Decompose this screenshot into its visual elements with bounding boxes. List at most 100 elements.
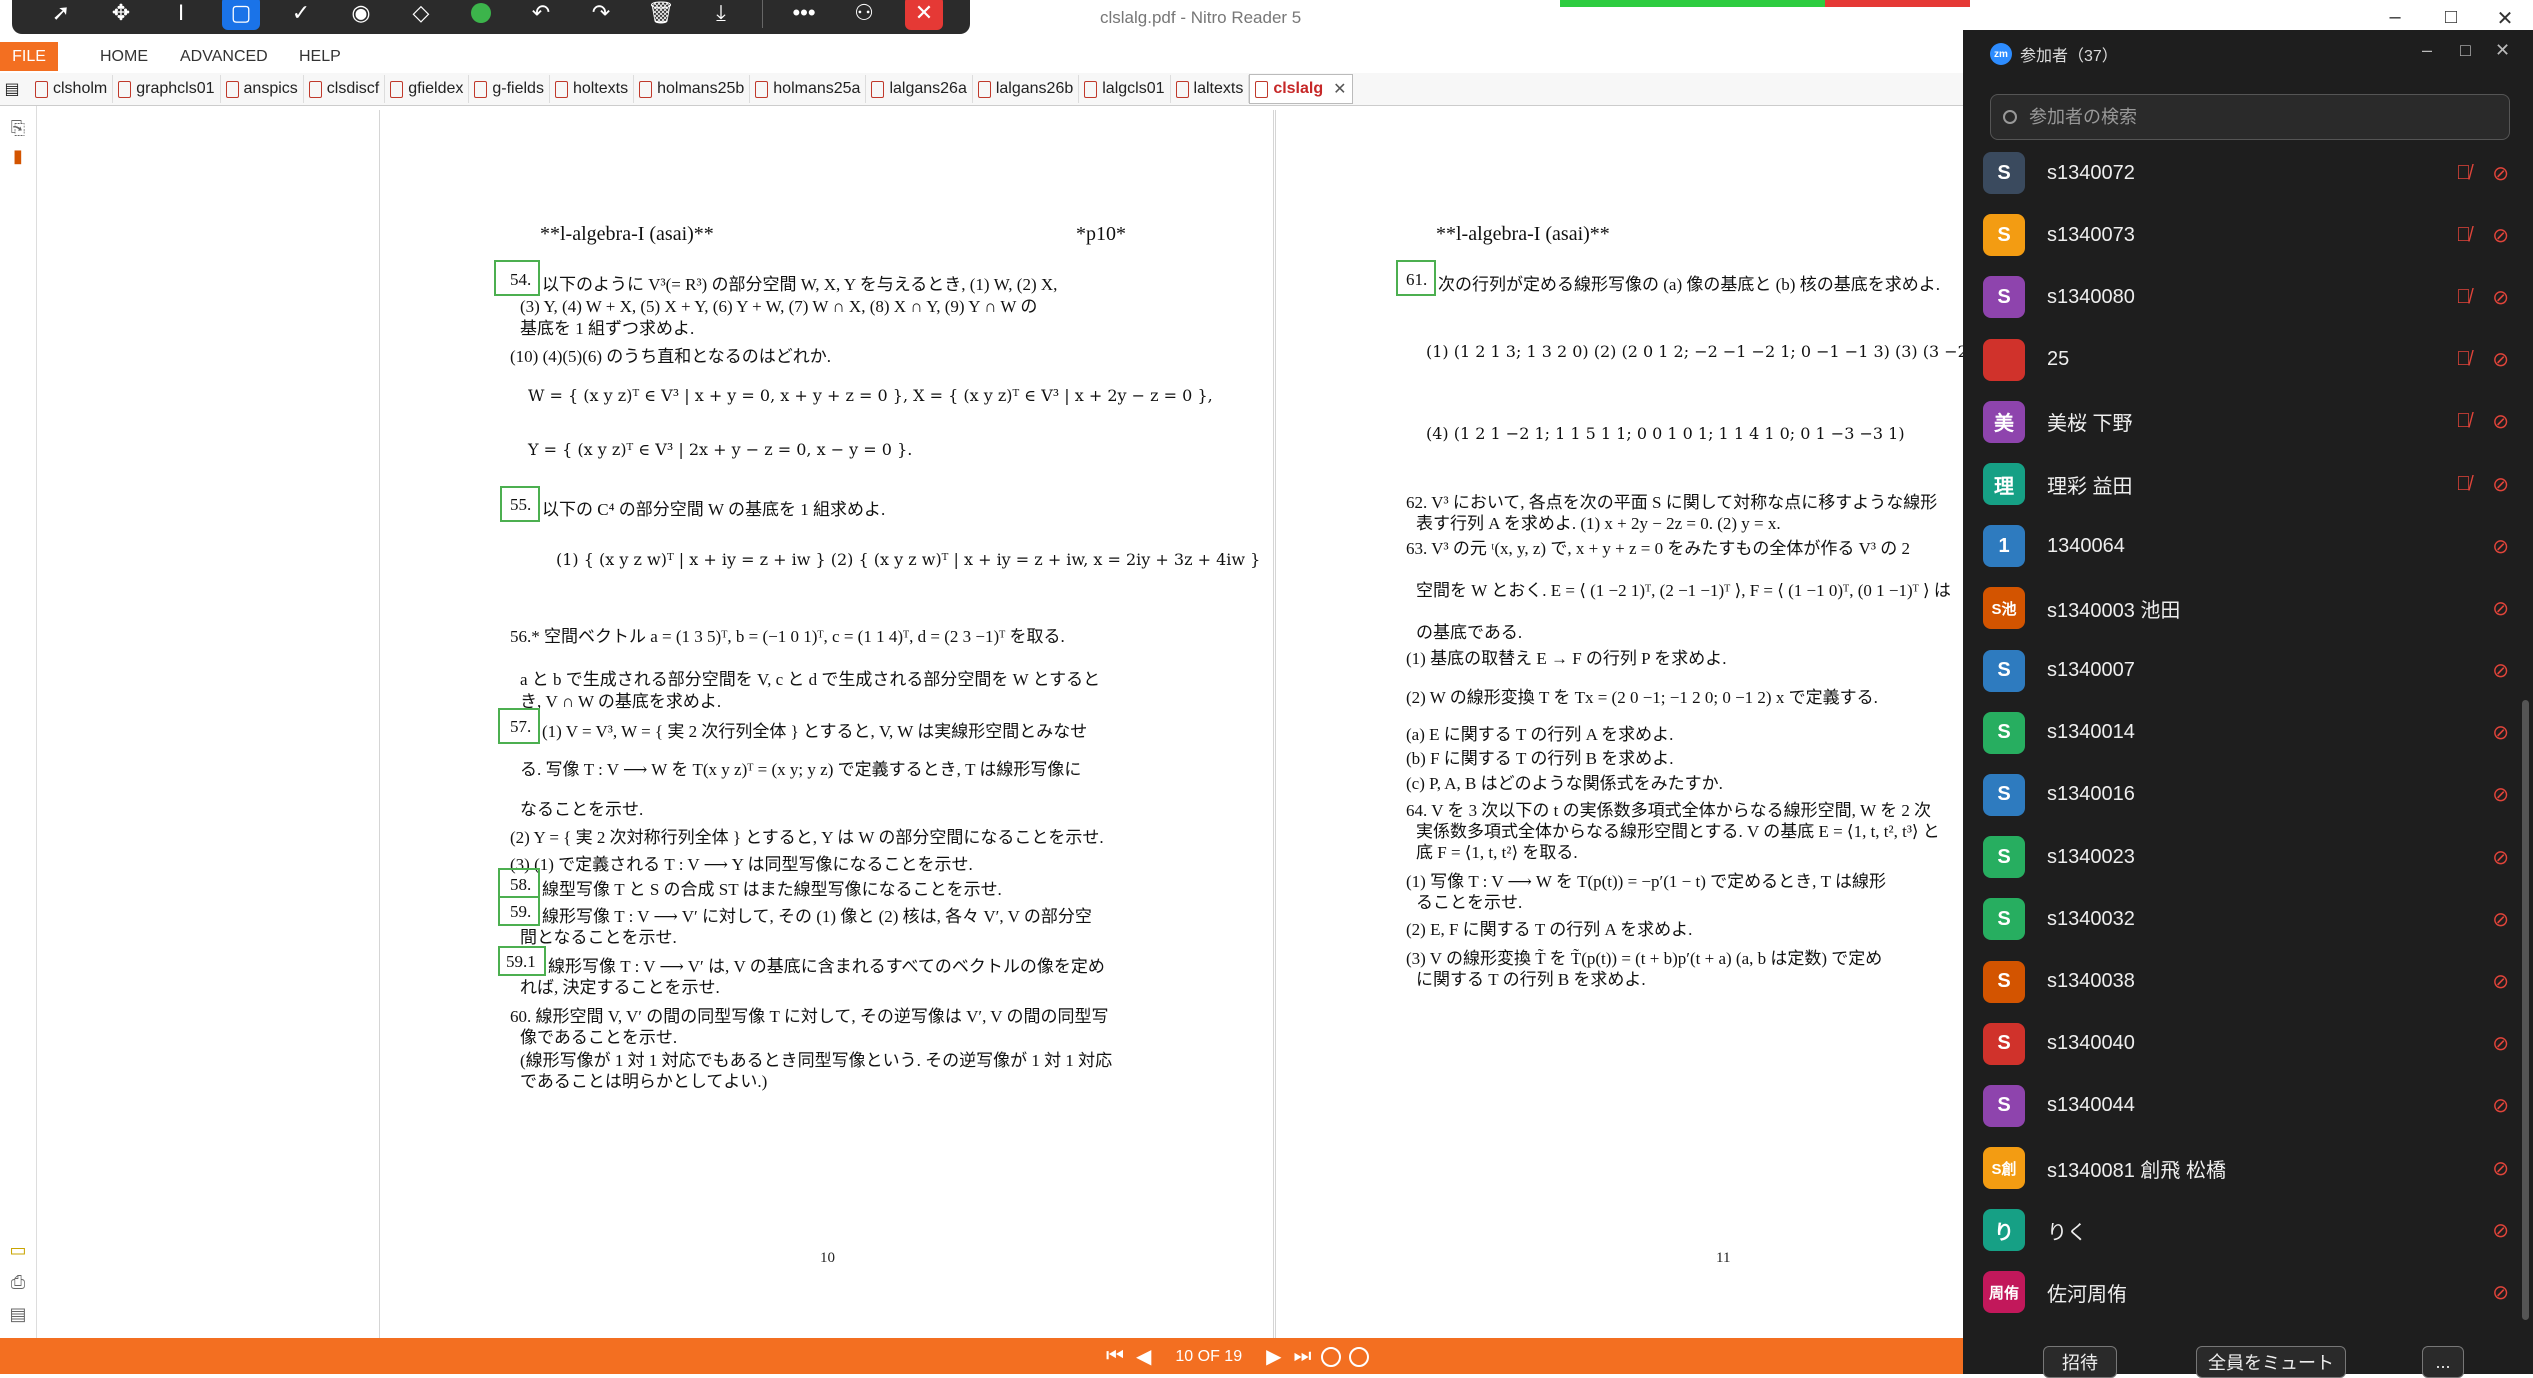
- tab-lalgcls01[interactable]: lalgcls01: [1079, 75, 1171, 103]
- tab-holmans25a[interactable]: holmans25a: [750, 75, 867, 103]
- participant-row[interactable]: S池 s1340003 池田 ⊘: [1963, 577, 2523, 639]
- pages-panel-icon[interactable]: ⎘: [8, 118, 28, 140]
- check-icon[interactable]: ✓: [282, 0, 320, 30]
- video-off-icon: ⊘: [2492, 660, 2509, 683]
- zoom-minimize-button[interactable]: –: [2422, 40, 2432, 61]
- more-icon[interactable]: •••: [785, 0, 823, 30]
- pdf-icon: [308, 80, 322, 98]
- avatar: S: [1983, 214, 2025, 257]
- page-indicator[interactable]: 10 OF 19: [1175, 1348, 1242, 1366]
- participant-row[interactable]: Ss1340080 🎙̸ ⊘: [1963, 266, 2523, 328]
- pdf-icon: [35, 80, 48, 98]
- tab-clsholm[interactable]: clsholm: [30, 75, 114, 103]
- more-options-button[interactable]: ...: [2422, 1346, 2464, 1378]
- color-dot-icon[interactable]: [462, 0, 500, 30]
- text-cursor-icon[interactable]: I: [162, 0, 200, 30]
- tab-clsdiscf[interactable]: clsdiscf: [304, 75, 386, 103]
- mute-all-button[interactable]: 全員をミュート: [2196, 1346, 2346, 1378]
- participant-row[interactable]: 美美桜 下野 🎙̸ ⊘: [1963, 391, 2523, 453]
- participant-row[interactable]: Ss1340044 ⊘: [1963, 1075, 2523, 1137]
- participant-search[interactable]: [1990, 94, 2510, 140]
- participant-row[interactable]: 1 1340064 ⊘: [1963, 515, 2523, 577]
- stamp-icon[interactable]: ◉: [342, 0, 380, 30]
- next-page-icon[interactable]: ▶: [1266, 1344, 1281, 1369]
- tab-lalgans26b[interactable]: lalgans26b: [973, 75, 1080, 103]
- participant-search-input[interactable]: [2027, 105, 2471, 129]
- participant-row[interactable]: Ss1340007 ⊘: [1963, 640, 2523, 702]
- mic-muted-icon: 🎙̸: [2456, 161, 2471, 184]
- tab-lalgans26a[interactable]: lalgans26a: [866, 75, 973, 103]
- move-icon[interactable]: ✥: [102, 0, 140, 30]
- output-icon[interactable]: ▤: [8, 1304, 28, 1326]
- pointer-icon[interactable]: ➚: [42, 0, 80, 30]
- problem-63-text: (1) 基底の取替え E → F の行列 P を求めよ.: [1406, 649, 1727, 668]
- participant-row[interactable]: 25 🎙̸ ⊘: [1963, 329, 2523, 391]
- redo-icon[interactable]: ↷: [582, 0, 620, 30]
- menu-home[interactable]: HOME: [100, 48, 148, 66]
- avatar: 美: [1983, 400, 2025, 443]
- menu-help[interactable]: HELP: [299, 48, 341, 66]
- video-off-icon: ⊘: [2492, 908, 2509, 931]
- page-header-left: **l-algebra-I (asai)**: [540, 223, 714, 245]
- rectangle-icon[interactable]: ▢: [222, 0, 260, 30]
- participant-row[interactable]: 周侑 佐河周侑 ⊘: [1963, 1261, 2523, 1323]
- tab-graphcls01[interactable]: graphcls01: [113, 75, 221, 103]
- page-navigation: ⏮ ◀ 10 OF 19 ▶ ⏭: [1100, 1344, 1373, 1369]
- share-icon[interactable]: ⚇: [845, 0, 883, 30]
- tab-clslalg[interactable]: clslalg ✕: [1249, 74, 1353, 104]
- participant-row[interactable]: Ss1340072 🎙̸ ⊘: [1963, 142, 2523, 204]
- tab-laltexts[interactable]: laltexts: [1171, 75, 1250, 103]
- attachments-icon[interactable]: ⎙: [8, 1272, 28, 1294]
- participant-row[interactable]: 理理彩 益田 🎙̸ ⊘: [1963, 453, 2523, 515]
- delete-icon[interactable]: 🗑: [642, 0, 680, 30]
- mic-muted-icon: 🎙̸: [2456, 285, 2471, 308]
- problem-56-text: 56.* 空間ベクトル a = (1 3 5)ᵀ, b = (−1 0 1)ᵀ,…: [510, 627, 1065, 646]
- participant-row[interactable]: Ss1340038 ⊘: [1963, 950, 2523, 1012]
- annotation-toolbar: ➚ ✥ I ▢ ✓ ◉ ◇ ↶ ↷ 🗑 ⤓ ••• ⚇ ✕: [12, 0, 970, 34]
- tab-g-fields[interactable]: g-fields: [469, 75, 550, 103]
- download-icon[interactable]: ⤓: [702, 0, 740, 30]
- bookmarks-icon[interactable]: ▮: [8, 146, 28, 168]
- participant-row[interactable]: Ss1340040 ⊘: [1963, 1013, 2523, 1075]
- back-view-icon[interactable]: [1321, 1346, 1342, 1367]
- participant-row[interactable]: Ss1340032 ⊘: [1963, 888, 2523, 950]
- close-icon[interactable]: ✕: [905, 0, 943, 30]
- avatar: S: [1983, 898, 2025, 941]
- maximize-button[interactable]: □: [2436, 6, 2466, 29]
- zoom-popout-button[interactable]: □: [2460, 40, 2471, 61]
- last-page-icon[interactable]: ⏭: [1293, 1345, 1311, 1368]
- invite-button[interactable]: 招待: [2043, 1346, 2117, 1378]
- problem-58-text: 線型写像 T と S の合成 ST はまた線型写像になることを示せ.: [542, 880, 1002, 899]
- problem-number: 61.: [1406, 270, 1428, 289]
- pdf-page-11[interactable]: **l-algebra-I (asai)** 61. 次の行列が定める線形写像の…: [1275, 110, 1977, 1338]
- avatar: S: [1983, 1022, 2025, 1065]
- tab-gfieldex[interactable]: gfieldex: [385, 75, 470, 103]
- participant-name: 佐河周侑: [2047, 1283, 2127, 1306]
- zoom-close-button[interactable]: ✕: [2495, 40, 2510, 61]
- scrollbar[interactable]: [2522, 700, 2529, 1320]
- pdf-icon: [1255, 80, 1269, 98]
- participant-row[interactable]: りりく ⊘: [1963, 1199, 2523, 1261]
- previous-page-icon[interactable]: ◀: [1136, 1344, 1151, 1369]
- tab-holtexts[interactable]: holtexts: [550, 75, 635, 103]
- undo-icon[interactable]: ↶: [522, 0, 560, 30]
- close-window-button[interactable]: ✕: [2490, 6, 2520, 31]
- menu-advanced[interactable]: ADVANCED: [180, 48, 268, 66]
- participant-row[interactable]: Ss1340073 🎙̸ ⊘: [1963, 204, 2523, 266]
- comments-icon[interactable]: ▭: [8, 1240, 28, 1262]
- participant-row[interactable]: S創 s1340081 創飛 松橋 ⊘: [1963, 1137, 2523, 1199]
- tab-holmans25b[interactable]: holmans25b: [634, 75, 751, 103]
- forward-view-icon[interactable]: [1349, 1346, 1370, 1367]
- minimize-button[interactable]: –: [2380, 6, 2410, 29]
- first-page-icon[interactable]: ⏮: [1106, 1345, 1124, 1368]
- pdf-page-10[interactable]: **l-algebra-I (asai)** *p10* 54. 以下のように …: [379, 110, 1274, 1338]
- tab-anspics[interactable]: anspics: [221, 75, 304, 103]
- problem-62-text: 表す行列 A を求めよ. (1) x + 2y − 2z = 0. (2) y …: [1416, 514, 1781, 533]
- eraser-icon[interactable]: ◇: [402, 0, 440, 30]
- participant-row[interactable]: Ss1340014 ⊘: [1963, 702, 2523, 764]
- menu-file[interactable]: FILE: [0, 42, 58, 71]
- participant-row[interactable]: Ss1340023 ⊘: [1963, 826, 2523, 888]
- tab-close-icon[interactable]: ✕: [1333, 79, 1346, 99]
- participant-row[interactable]: Ss1340016 ⊘: [1963, 764, 2523, 826]
- tab-list-icon[interactable]: ▤: [0, 79, 30, 99]
